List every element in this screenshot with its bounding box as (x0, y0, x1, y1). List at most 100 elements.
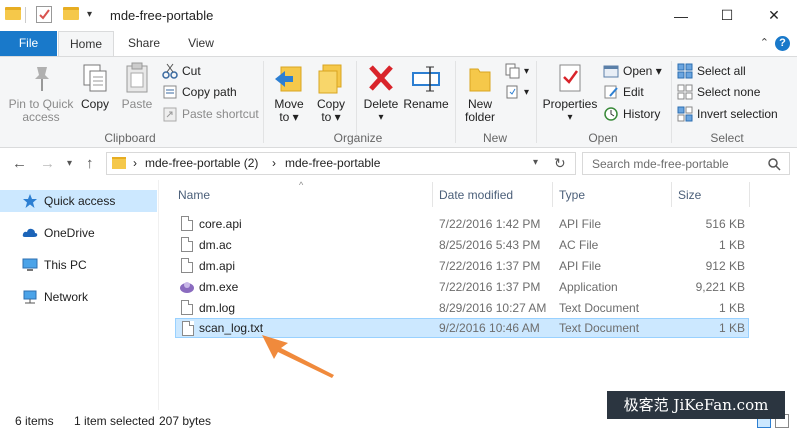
nav-item-label: This PC (44, 258, 87, 272)
back-arrow-icon[interactable]: ← (12, 155, 27, 172)
clipboard-icon (121, 61, 153, 95)
nav-item-label: Quick access (44, 194, 116, 208)
select-all-icon (677, 63, 693, 79)
pin-label-line2: access (22, 110, 60, 124)
file-icon (181, 216, 193, 231)
file-date: 8/29/2016 10:27 AM (439, 301, 547, 315)
pin-to-quick-access-button[interactable]: Pin to Quick access (5, 61, 77, 124)
column-divider[interactable] (749, 182, 750, 207)
breadcrumb-item-current[interactable]: mde-free-portable (285, 156, 380, 170)
address-bar[interactable]: › mde-free-portable (2) › mde-free-porta… (106, 152, 576, 175)
move-to-button[interactable]: Move to ▾ (270, 61, 308, 124)
copy-button[interactable]: Copy (78, 61, 112, 111)
minimize-button[interactable]: — (658, 0, 704, 31)
forward-arrow-icon[interactable]: → (40, 155, 55, 172)
paste-button[interactable]: Paste (119, 61, 155, 111)
collapse-ribbon-icon[interactable]: ⌃ (760, 36, 769, 49)
select-none-label: Select none (697, 85, 761, 99)
title-bar: ▾ mde-free-portable — ☐ ✕ (0, 0, 797, 31)
pane-divider[interactable] (158, 180, 159, 410)
new-folder-button[interactable]: New folder (460, 61, 500, 124)
folder-icon[interactable] (5, 7, 21, 20)
group-divider (671, 61, 672, 143)
refresh-icon[interactable]: ↻ (554, 155, 566, 172)
copy-to-label-line2: to ▾ (321, 110, 341, 124)
properties-button[interactable]: Properties ▾ (541, 61, 599, 124)
tab-view[interactable]: View (176, 31, 226, 56)
paste-shortcut-button[interactable]: Paste shortcut (162, 105, 259, 123)
ribbon-tabs: File Home Share View ⌃ ? (0, 31, 797, 57)
column-header-name[interactable]: Name (178, 188, 210, 202)
search-input[interactable]: Search mde-free-portable (592, 157, 729, 171)
copy-icon (79, 61, 111, 95)
nav-item-onedrive[interactable]: OneDrive (0, 222, 157, 244)
file-date: 7/22/2016 1:37 PM (439, 259, 541, 273)
watermark: 极客范 JiKeFan.com (607, 391, 785, 419)
group-label-open: Open (588, 131, 618, 145)
rename-label: Rename (403, 97, 449, 111)
breadcrumb-separator: › (133, 156, 137, 170)
computer-icon (22, 257, 38, 273)
select-all-button[interactable]: Select all (677, 62, 746, 80)
cut-button[interactable]: Cut (162, 62, 201, 80)
copy-to-button[interactable]: Copy to ▾ (312, 61, 350, 124)
edit-button[interactable]: Edit (603, 83, 644, 101)
open-button[interactable]: Open ▾ (603, 62, 662, 80)
file-row[interactable]: dm.log 8/29/2016 10:27 AM Text Document … (175, 298, 749, 318)
nav-item-quick-access[interactable]: Quick access (0, 190, 157, 212)
column-divider[interactable] (432, 182, 433, 207)
tab-file[interactable]: File (0, 31, 57, 56)
column-divider[interactable] (671, 182, 672, 207)
status-item-count: 6 items (15, 414, 54, 428)
close-button[interactable]: ✕ (751, 0, 797, 31)
file-date: 7/22/2016 1:42 PM (439, 217, 541, 231)
tab-share[interactable]: Share (118, 31, 170, 56)
customize-caret-icon[interactable]: ▾ (87, 9, 92, 20)
paste-shortcut-label: Paste shortcut (182, 107, 259, 121)
file-row[interactable]: core.api 7/22/2016 1:42 PM API File 516 … (175, 214, 749, 234)
properties-label: Properties (542, 97, 598, 111)
select-none-button[interactable]: Select none (677, 83, 760, 101)
annotation-arrow-icon (262, 335, 334, 378)
nav-item-network[interactable]: Network (0, 286, 157, 308)
properties-check-icon[interactable] (36, 6, 52, 23)
easy-access-icon (504, 84, 520, 100)
recent-locations-icon[interactable]: ▾ (67, 158, 72, 169)
file-row[interactable]: dm.api 7/22/2016 1:37 PM API File 912 KB (175, 256, 749, 276)
breadcrumb-item-parent[interactable]: mde-free-portable (2) (145, 156, 258, 170)
easy-access-button[interactable]: ▾ (504, 83, 529, 101)
text-file-icon (182, 321, 194, 336)
nav-item-this-pc[interactable]: This PC (0, 254, 157, 276)
file-size: 516 KB (705, 217, 745, 231)
file-row[interactable]: dm.ac 8/25/2016 5:43 PM AC File 1 KB (175, 235, 749, 255)
move-to-icon (273, 61, 305, 95)
help-icon[interactable]: ? (775, 36, 790, 51)
delete-button[interactable]: Delete ▾ (361, 61, 401, 124)
up-arrow-icon[interactable]: ↑ (86, 155, 94, 172)
column-header-type[interactable]: Type (559, 188, 585, 202)
cloud-icon (22, 225, 38, 241)
column-divider[interactable] (552, 182, 553, 207)
breadcrumb-separator: › (272, 156, 276, 170)
rename-icon (410, 61, 442, 95)
column-header-date[interactable]: Date modified (439, 188, 513, 202)
new-item-button[interactable]: ▾ (504, 62, 529, 80)
file-row[interactable]: dm.exe 7/22/2016 1:37 PM Application 9,2… (175, 277, 749, 297)
history-button[interactable]: History (603, 105, 660, 123)
maximize-button[interactable]: ☐ (704, 0, 750, 31)
search-icon (768, 158, 781, 171)
new-folder-icon[interactable] (63, 7, 79, 20)
nav-item-label: OneDrive (44, 226, 95, 240)
file-type: Application (559, 280, 618, 294)
file-type: AC File (559, 238, 599, 252)
tab-home[interactable]: Home (58, 31, 114, 57)
file-name: core.api (199, 217, 242, 231)
select-all-label: Select all (697, 64, 746, 78)
delete-label: Delete (363, 97, 399, 111)
address-dropdown-icon[interactable]: ▾ (533, 157, 538, 168)
copy-path-button[interactable]: Copy path (162, 83, 237, 101)
invert-selection-button[interactable]: Invert selection (677, 105, 778, 123)
column-header-size[interactable]: Size (678, 188, 701, 202)
rename-button[interactable]: Rename (403, 61, 449, 111)
search-box[interactable]: Search mde-free-portable (582, 152, 790, 175)
